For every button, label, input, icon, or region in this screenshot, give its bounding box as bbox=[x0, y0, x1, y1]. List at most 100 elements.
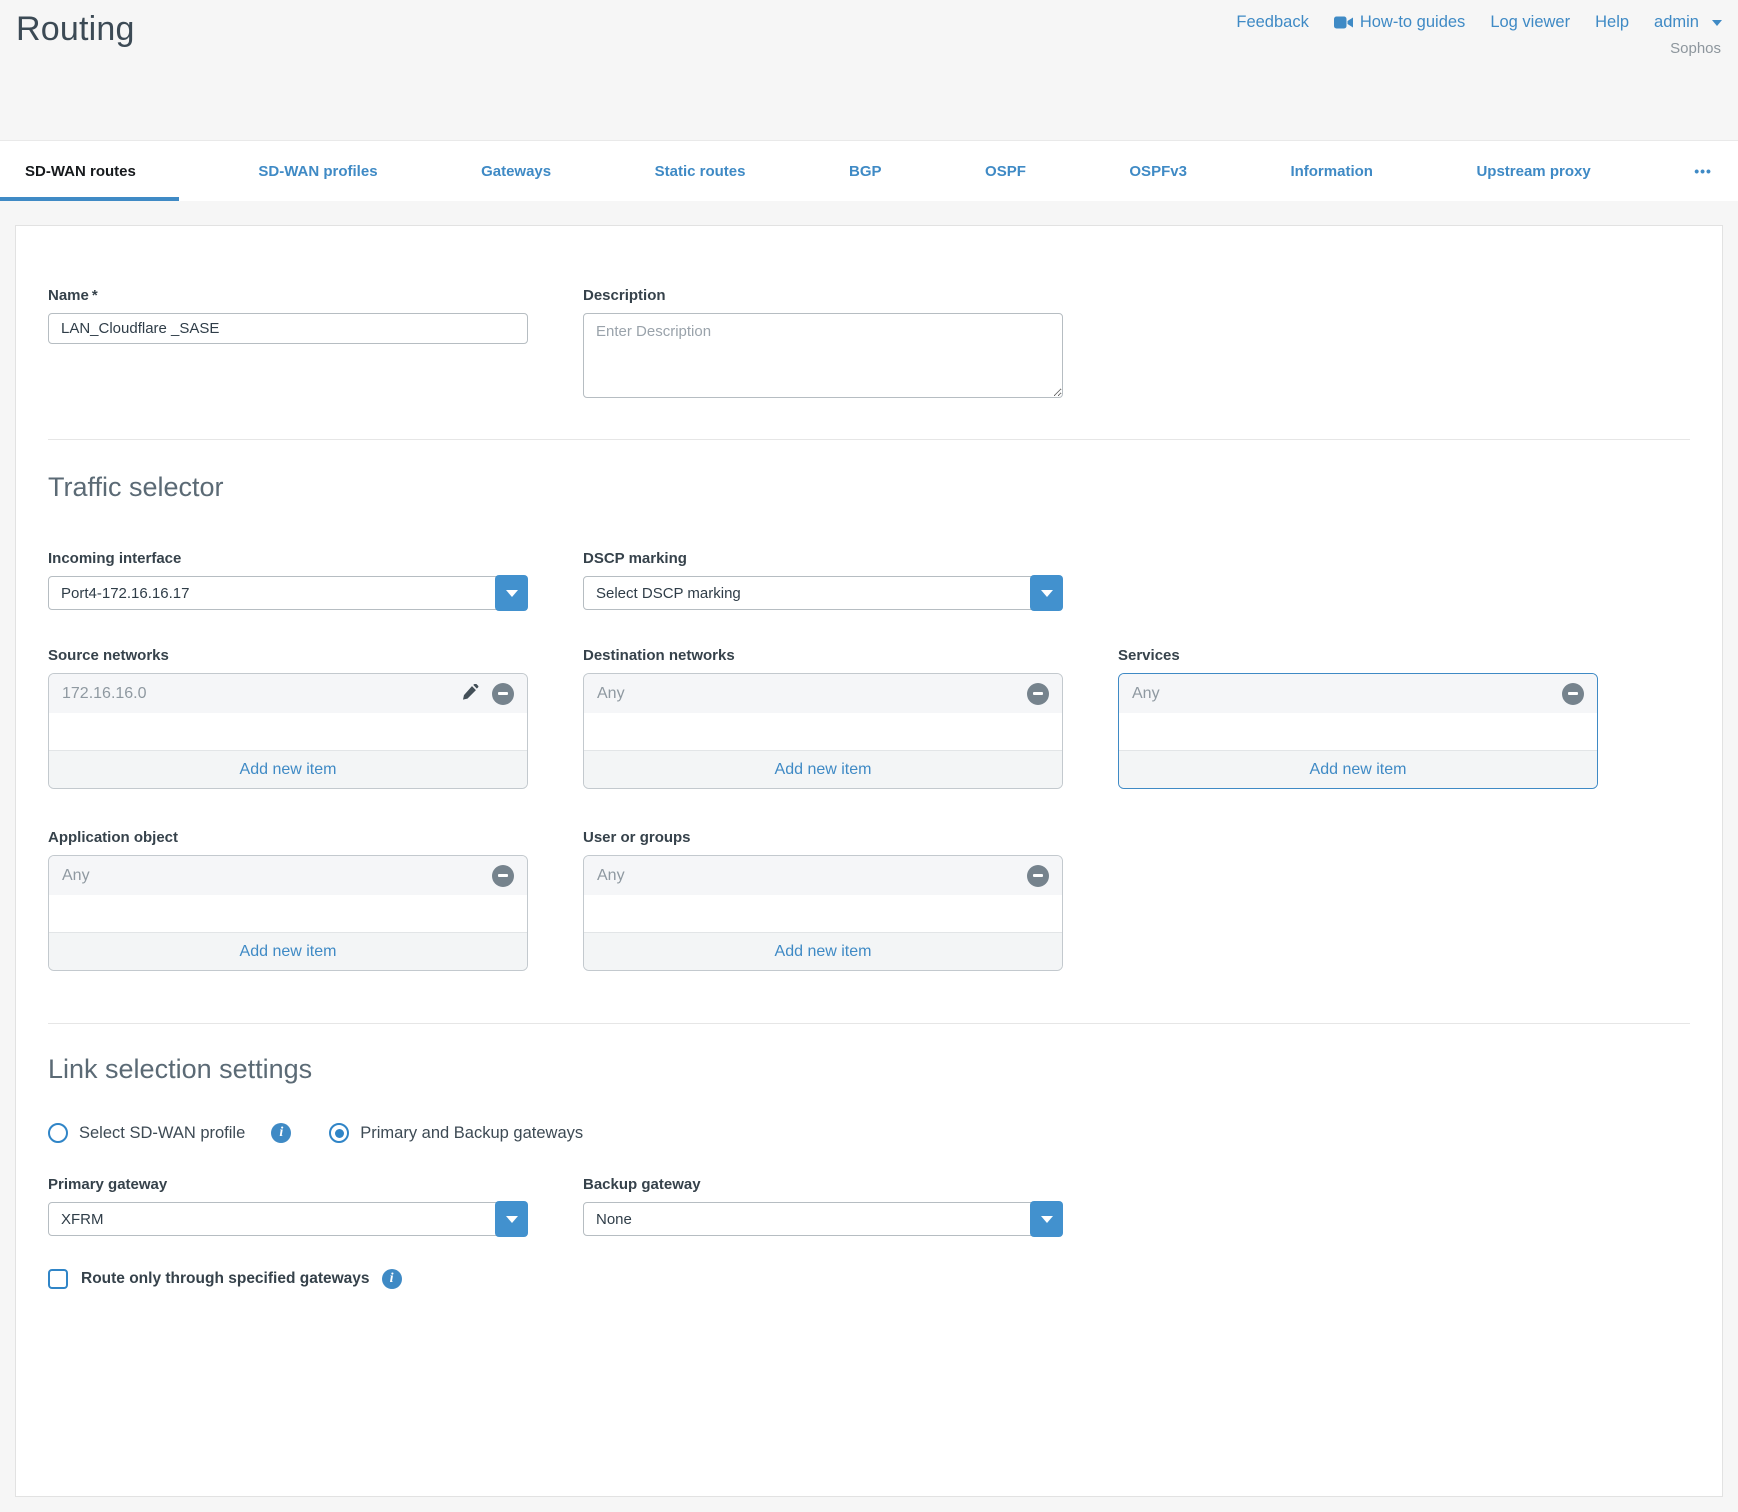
chevron-down-icon bbox=[1712, 20, 1722, 26]
incoming-interface-value: Port4-172.16.16.17 bbox=[49, 585, 495, 602]
link-selection-radios: Select SD-WAN profile i Primary and Back… bbox=[48, 1123, 1690, 1143]
source-networks-label: Source networks bbox=[48, 647, 528, 664]
dscp-marking-value: Select DSCP marking bbox=[584, 585, 1030, 602]
application-object-group: Application object Any Add new item bbox=[48, 829, 528, 971]
info-icon[interactable]: i bbox=[382, 1269, 402, 1289]
tab-ospf[interactable]: OSPF bbox=[961, 141, 1050, 201]
section-divider bbox=[48, 439, 1690, 440]
backup-gateway-value: None bbox=[584, 1211, 1030, 1228]
chevron-down-icon bbox=[506, 1216, 518, 1223]
tab-overflow-menu[interactable]: ••• bbox=[1670, 141, 1712, 201]
add-new-item-button[interactable]: Add new item bbox=[584, 932, 1062, 970]
list-item-label: Any bbox=[597, 867, 1027, 885]
radio-unchecked-icon[interactable] bbox=[48, 1123, 68, 1143]
interface-row: Incoming interface Port4-172.16.16.17 DS… bbox=[48, 550, 1690, 610]
help-link[interactable]: Help bbox=[1595, 13, 1629, 32]
info-icon[interactable]: i bbox=[271, 1123, 291, 1143]
radio-checked-icon[interactable] bbox=[329, 1123, 349, 1143]
application-user-row: Application object Any Add new item User… bbox=[48, 829, 1690, 971]
page-title: Routing bbox=[16, 10, 135, 49]
list-item-label: Any bbox=[597, 685, 1027, 703]
source-networks-group: Source networks 172.16.16.0 Add new item bbox=[48, 647, 528, 789]
application-object-box: Any Add new item bbox=[48, 855, 528, 971]
tab-static-routes[interactable]: Static routes bbox=[631, 141, 770, 201]
tab-bgp[interactable]: BGP bbox=[825, 141, 906, 201]
networks-row: Source networks 172.16.16.0 Add new item… bbox=[48, 647, 1690, 789]
application-object-label: Application object bbox=[48, 829, 528, 846]
name-input[interactable] bbox=[48, 313, 528, 344]
services-group: Services Any Add new item bbox=[1118, 647, 1598, 789]
section-divider bbox=[48, 1023, 1690, 1024]
list-item-label: Any bbox=[62, 867, 492, 885]
admin-menu[interactable]: admin bbox=[1654, 13, 1722, 32]
remove-item-icon[interactable] bbox=[492, 683, 514, 705]
list-item: Any bbox=[49, 856, 527, 895]
backup-gateway-select[interactable]: None bbox=[583, 1202, 1063, 1236]
dropdown-button[interactable] bbox=[495, 1201, 528, 1237]
route-only-checkbox[interactable] bbox=[48, 1269, 68, 1289]
incoming-interface-select[interactable]: Port4-172.16.16.17 bbox=[48, 576, 528, 610]
incoming-interface-label: Incoming interface bbox=[48, 550, 528, 567]
radio-select-sdwan-profile[interactable]: Select SD-WAN profile bbox=[48, 1123, 245, 1143]
remove-item-icon[interactable] bbox=[1027, 683, 1049, 705]
destination-networks-box: Any Add new item bbox=[583, 673, 1063, 789]
traffic-selector-heading: Traffic selector bbox=[48, 472, 1690, 503]
tab-gateways[interactable]: Gateways bbox=[457, 141, 575, 201]
item-box-spacer bbox=[584, 895, 1062, 932]
primary-gateway-select[interactable]: XFRM bbox=[48, 1202, 528, 1236]
tab-upstream-proxy[interactable]: Upstream proxy bbox=[1452, 141, 1614, 201]
radio-label: Select SD-WAN profile bbox=[79, 1124, 245, 1143]
incoming-interface-group: Incoming interface Port4-172.16.16.17 bbox=[48, 550, 528, 610]
feedback-link[interactable]: Feedback bbox=[1236, 13, 1308, 32]
list-item: 172.16.16.0 bbox=[49, 674, 527, 713]
route-only-row: Route only through specified gateways i bbox=[48, 1269, 1690, 1289]
chevron-down-icon bbox=[506, 590, 518, 597]
general-section: Name* Description bbox=[48, 287, 1690, 403]
remove-item-icon[interactable] bbox=[1562, 683, 1584, 705]
required-marker: * bbox=[92, 287, 98, 304]
page-header: Routing Feedback How-to guides Log viewe… bbox=[0, 0, 1738, 140]
add-new-item-button[interactable]: Add new item bbox=[49, 932, 527, 970]
description-label: Description bbox=[583, 287, 1063, 304]
backup-gateway-group: Backup gateway None bbox=[583, 1176, 1063, 1236]
list-item: Any bbox=[584, 674, 1062, 713]
dscp-marking-select[interactable]: Select DSCP marking bbox=[583, 576, 1063, 610]
chevron-down-icon bbox=[1041, 1216, 1053, 1223]
tab-sdwan-routes[interactable]: SD-WAN routes bbox=[0, 141, 179, 201]
tab-ospfv3[interactable]: OSPFv3 bbox=[1105, 141, 1211, 201]
route-form-card: Name* Description Traffic selector Incom… bbox=[15, 225, 1723, 1497]
backup-gateway-label: Backup gateway bbox=[583, 1176, 1063, 1193]
log-viewer-link[interactable]: Log viewer bbox=[1490, 13, 1570, 32]
services-label: Services bbox=[1118, 647, 1598, 664]
tab-sdwan-profiles[interactable]: SD-WAN profiles bbox=[234, 141, 401, 201]
destination-networks-label: Destination networks bbox=[583, 647, 1063, 664]
dropdown-button[interactable] bbox=[1030, 575, 1063, 611]
user-or-groups-group: User or groups Any Add new item bbox=[583, 829, 1063, 971]
radio-label: Primary and Backup gateways bbox=[360, 1124, 583, 1143]
primary-gateway-label: Primary gateway bbox=[48, 1176, 528, 1193]
add-new-item-button[interactable]: Add new item bbox=[49, 750, 527, 788]
remove-item-icon[interactable] bbox=[1027, 865, 1049, 887]
link-selection-heading: Link selection settings bbox=[48, 1054, 1690, 1085]
source-networks-box: 172.16.16.0 Add new item bbox=[48, 673, 528, 789]
dscp-marking-label: DSCP marking bbox=[583, 550, 1063, 567]
description-field-group: Description bbox=[583, 287, 1063, 403]
tab-information[interactable]: Information bbox=[1266, 141, 1397, 201]
destination-networks-group: Destination networks Any Add new item bbox=[583, 647, 1063, 789]
item-box-spacer bbox=[584, 713, 1062, 750]
brand-label: Sophos bbox=[1670, 40, 1721, 57]
remove-item-icon[interactable] bbox=[492, 865, 514, 887]
item-box-spacer bbox=[49, 895, 527, 932]
list-item: Any bbox=[1119, 674, 1597, 713]
route-only-label: Route only through specified gateways bbox=[81, 1270, 370, 1288]
dropdown-button[interactable] bbox=[1030, 1201, 1063, 1237]
primary-gateway-group: Primary gateway XFRM bbox=[48, 1176, 528, 1236]
name-label: Name* bbox=[48, 287, 528, 304]
dropdown-button[interactable] bbox=[495, 575, 528, 611]
description-textarea[interactable] bbox=[583, 313, 1063, 398]
edit-pencil-icon[interactable] bbox=[461, 684, 480, 703]
radio-primary-backup-gateways[interactable]: Primary and Backup gateways bbox=[329, 1123, 583, 1143]
add-new-item-button[interactable]: Add new item bbox=[1119, 750, 1597, 788]
howto-guides-link[interactable]: How-to guides bbox=[1334, 13, 1465, 32]
add-new-item-button[interactable]: Add new item bbox=[584, 750, 1062, 788]
